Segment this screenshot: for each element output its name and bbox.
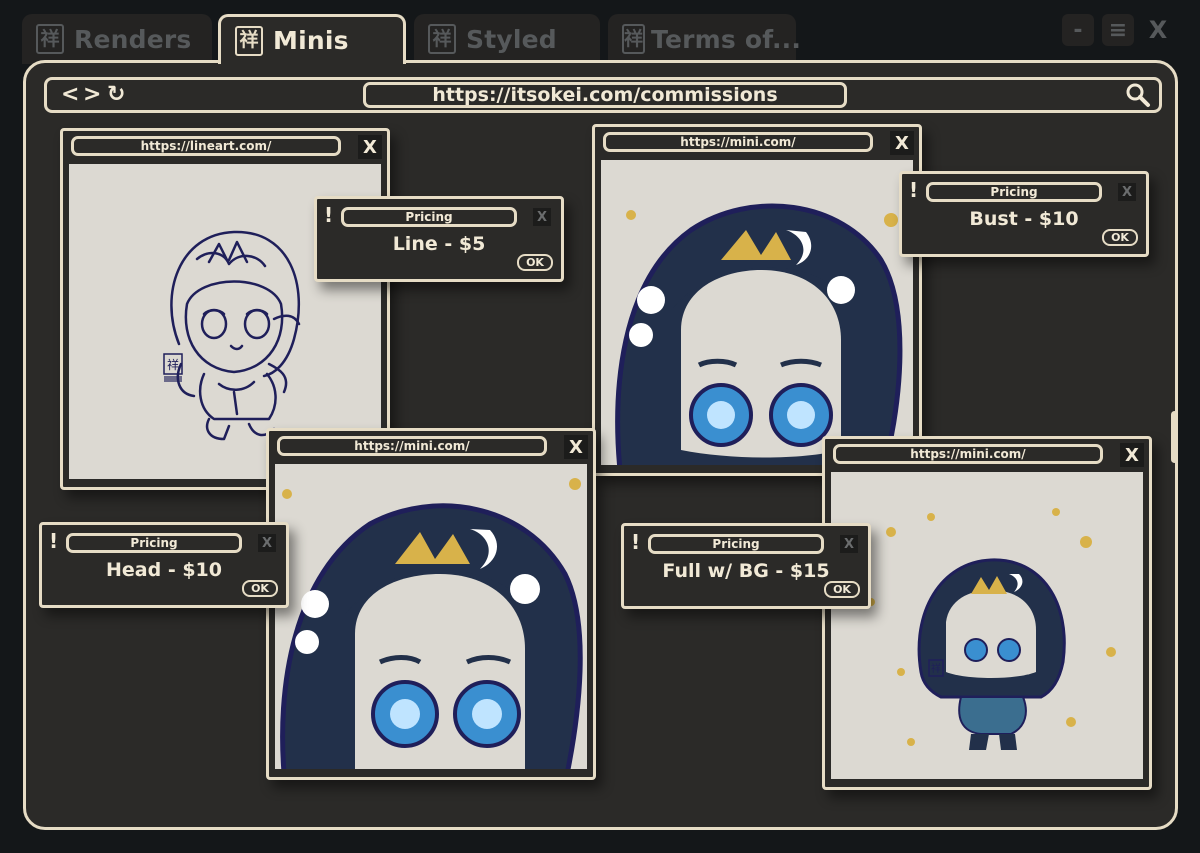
navigation-bar: < > ↻ https://itsokei.com/commissions: [44, 77, 1162, 113]
svg-text:祥: 祥: [167, 358, 179, 372]
forward-icon[interactable]: >: [83, 83, 101, 107]
pricing-popup-full: ! Pricing X Full w/ BG - $15 OK: [621, 523, 871, 609]
close-icon[interactable]: X: [840, 535, 858, 553]
fullbody-window[interactable]: https://mini.com/ X 祥: [822, 436, 1152, 790]
bust-canvas: [601, 160, 913, 465]
ok-button[interactable]: OK: [242, 580, 278, 597]
window-url: https://mini.com/: [833, 444, 1103, 464]
svg-text:祥: 祥: [931, 662, 941, 675]
address-bar[interactable]: https://itsokei.com/commissions: [363, 82, 847, 108]
popup-title: Pricing: [341, 207, 517, 227]
window-url: https://mini.com/: [603, 132, 873, 152]
reload-icon[interactable]: ↻: [107, 83, 125, 107]
tab-terms[interactable]: 祥 Terms of...: [608, 14, 801, 64]
bust-window[interactable]: https://mini.com/ X: [592, 124, 922, 476]
seal-icon: 祥: [428, 24, 456, 54]
close-icon[interactable]: X: [1120, 443, 1144, 467]
close-window-button[interactable]: X: [1142, 14, 1174, 46]
search-icon[interactable]: [1125, 82, 1151, 108]
scrollbar-thumb[interactable]: [1171, 411, 1178, 463]
ok-button[interactable]: OK: [824, 581, 860, 598]
pricing-popup-head: ! Pricing X Head - $10 OK: [39, 522, 289, 608]
seal-icon: 祥: [235, 25, 263, 56]
chibi-head-illustration: [280, 478, 583, 769]
close-icon[interactable]: X: [258, 534, 276, 552]
tab-label: Terms of...: [651, 24, 802, 54]
seal-icon: 祥: [36, 24, 64, 54]
seal-icon: 祥: [622, 24, 646, 54]
tab-renders[interactable]: 祥 Renders: [22, 14, 212, 64]
price-text: Line - $5: [392, 233, 486, 255]
pricing-popup-bust: ! Pricing X Bust - $10 OK: [899, 171, 1149, 257]
close-icon[interactable]: X: [564, 435, 588, 459]
close-icon[interactable]: X: [1118, 183, 1136, 201]
alert-icon: !: [49, 529, 59, 553]
window-url: https://lineart.com/: [71, 136, 341, 156]
price-text: Head - $10: [106, 559, 222, 581]
alert-icon: !: [631, 530, 641, 554]
popup-title: Pricing: [926, 182, 1102, 202]
alert-icon: !: [324, 203, 334, 227]
tab-minis[interactable]: 祥 Minis: [218, 14, 406, 64]
chibi-fullbody-illustration: 祥: [867, 508, 1116, 750]
ok-button[interactable]: OK: [517, 254, 553, 271]
popup-title: Pricing: [66, 533, 242, 553]
head-window[interactable]: https://mini.com/ X: [266, 428, 596, 780]
minimize-button[interactable]: -: [1062, 14, 1094, 46]
popup-title: Pricing: [648, 534, 824, 554]
menu-button[interactable]: ≡: [1102, 14, 1134, 46]
tab-label: Renders: [74, 24, 192, 54]
tab-label: Minis: [273, 26, 349, 55]
head-canvas: [275, 464, 587, 769]
price-text: Full w/ BG - $15: [662, 560, 830, 582]
tab-label: Styled: [466, 24, 557, 54]
pricing-popup-line: ! Pricing X Line - $5 OK: [314, 196, 564, 282]
chibi-bust-illustration: [615, 203, 903, 465]
window-url: https://mini.com/: [277, 436, 547, 456]
ok-button[interactable]: OK: [1102, 229, 1138, 246]
alert-icon: !: [909, 178, 919, 202]
tab-styled[interactable]: 祥 Styled: [414, 14, 600, 64]
close-icon[interactable]: X: [358, 135, 382, 159]
back-icon[interactable]: <: [61, 83, 79, 107]
price-text: Bust - $10: [969, 208, 1079, 230]
close-icon[interactable]: X: [533, 208, 551, 226]
close-icon[interactable]: X: [890, 131, 914, 155]
fullbody-canvas: 祥: [831, 472, 1143, 779]
